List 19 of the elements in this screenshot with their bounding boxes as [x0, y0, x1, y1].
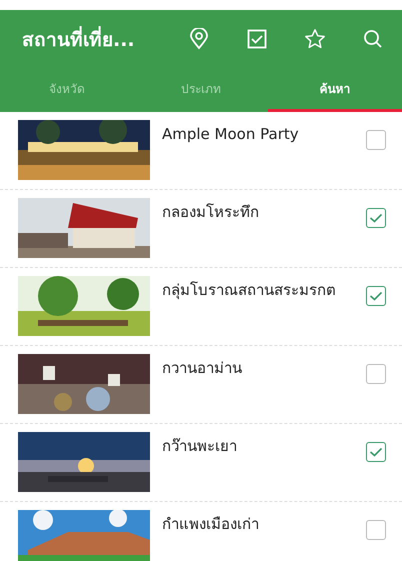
checkbox[interactable] — [366, 130, 386, 150]
checkbox[interactable] — [366, 442, 386, 462]
place-name: กวานอาม่าน — [162, 358, 243, 378]
checkbox[interactable] — [366, 364, 386, 384]
checkbox[interactable] — [366, 520, 386, 540]
check-icon — [369, 447, 383, 457]
place-name: กว๊านพะเยา — [162, 436, 238, 456]
checkbox[interactable] — [366, 286, 386, 306]
check-icon — [369, 291, 383, 301]
tab[interactable]: ค้นหา — [268, 68, 402, 112]
place-name: Ample Moon Party — [162, 124, 300, 144]
place-name: กลองมโหระทึก — [162, 202, 260, 222]
place-name: กลุ่มโบราณสถานสระมรกต — [162, 280, 337, 300]
tab[interactable]: จังหวัด — [0, 68, 134, 112]
tab[interactable]: ประเภท — [134, 68, 268, 112]
app-title: สถานที่เที่ย... — [22, 24, 170, 54]
checkbox[interactable] — [366, 208, 386, 228]
check-icon — [369, 213, 383, 223]
place-name: กำแพงเมืองเก่า — [162, 514, 260, 534]
